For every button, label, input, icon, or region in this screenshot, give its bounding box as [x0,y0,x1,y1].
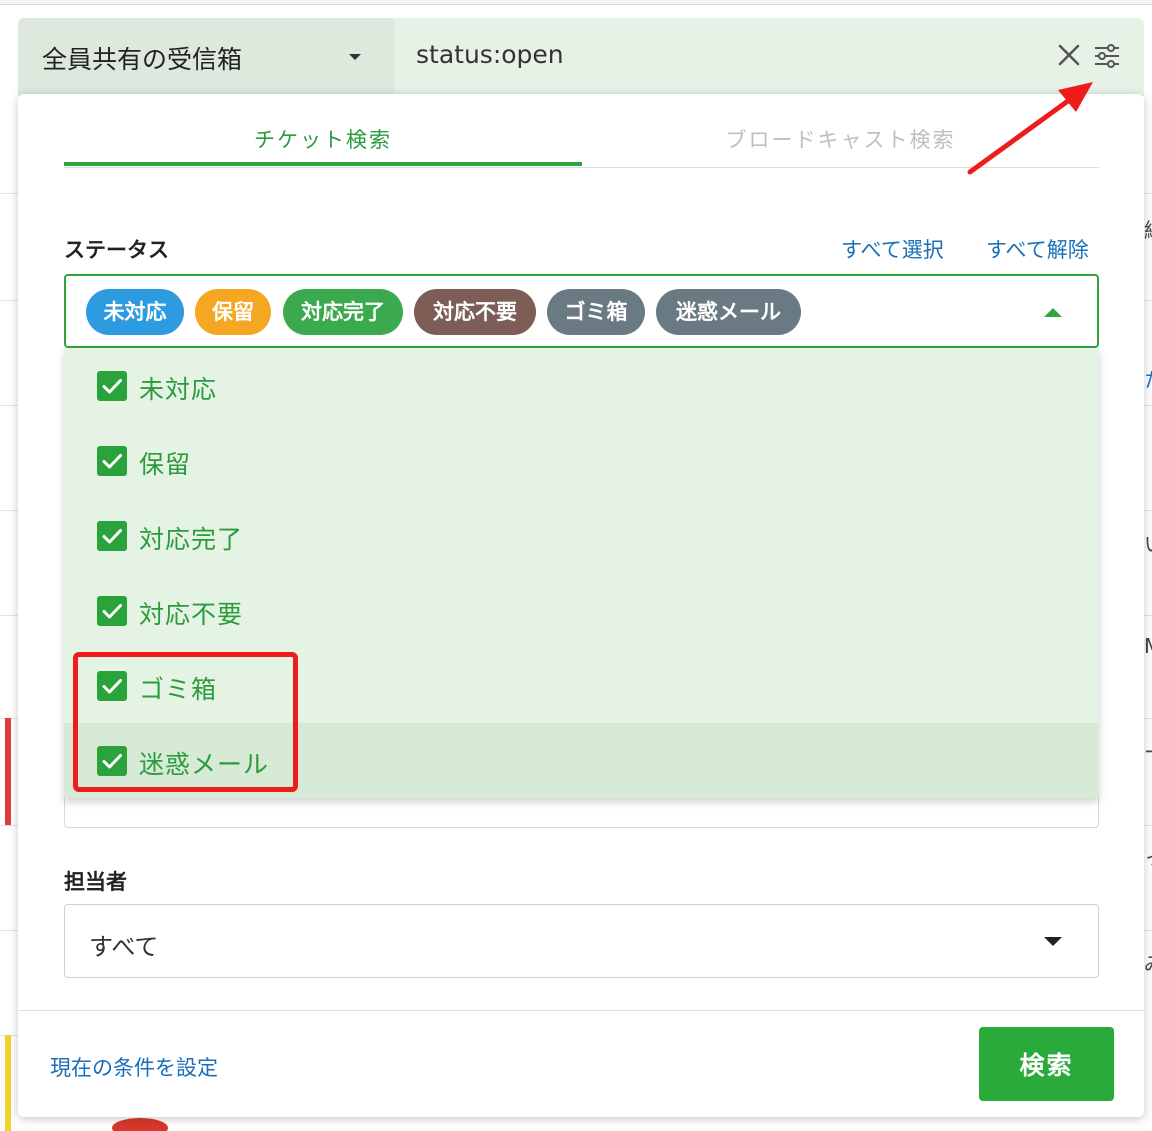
status-chip-not-needed: 対応不要 [414,289,536,335]
checkbox-checked-icon[interactable] [97,596,127,626]
sliders-icon[interactable] [1092,41,1122,71]
assignee-field-label: 担当者 [64,870,127,894]
assignee-select-value: すべて [89,933,159,961]
search-bar: 全員共有の受信箱 status:open [18,18,1144,96]
status-option-label: 対応完了 [139,525,244,554]
checkbox-checked-icon[interactable] [97,521,127,551]
status-option-trash[interactable]: ゴミ箱 [64,648,1099,723]
status-chip-unhandled: 未対応 [86,289,184,335]
chevron-down-icon [349,54,361,60]
status-option-unhandled[interactable]: 未対応 [64,348,1099,423]
row-divider [1144,405,1152,406]
status-option-label: 迷惑メール [139,750,270,779]
search-button[interactable]: 検索 [979,1027,1114,1101]
row-divider [1144,615,1152,616]
status-field-label: ステータス [64,238,169,262]
row-divider [0,510,20,511]
chevron-down-icon [1044,937,1062,946]
list-text-fragment: っ [1144,842,1152,871]
assignee-select[interactable]: すべて [64,904,1099,978]
search-type-tabs: チケット検索 ブロードキャスト検索 [64,94,1099,168]
priority-bar-yellow [5,1035,11,1131]
row-divider [1144,300,1152,301]
checkbox-checked-icon[interactable] [97,671,127,701]
checkbox-checked-icon[interactable] [97,446,127,476]
row-divider [0,825,20,826]
row-divider [0,615,20,616]
search-query-input[interactable]: status:open [416,40,564,69]
status-chip-spam: 迷惑メール [656,289,801,335]
status-option-label: 未対応 [139,375,218,404]
row-divider [1144,718,1152,719]
inbox-select-label: 全員共有の受信箱 [42,45,243,74]
row-divider [0,405,20,406]
avatar [112,1118,168,1131]
status-chip-pending: 保留 [195,289,271,335]
tab-ticket-search[interactable]: チケット検索 [64,124,582,154]
row-divider [1144,193,1152,194]
inbox-select[interactable]: 全員共有の受信箱 [18,18,394,96]
list-text-fragment: 絆 [1144,214,1152,243]
status-option-not-needed[interactable]: 対応不要 [64,573,1099,648]
row-divider [0,193,20,194]
list-text-fragment: た [1144,364,1152,393]
status-options-list: 未対応 保留 対応完了 対応不要 ゴミ箱 迷惑メール [64,348,1099,798]
list-text-fragment: み [1144,948,1152,977]
chevron-up-icon[interactable] [1044,308,1062,317]
status-option-label: 対応不要 [139,600,244,629]
clear-all-link[interactable]: すべて解除 [986,234,1089,264]
row-divider [1144,825,1152,826]
status-multiselect[interactable]: 未対応 保留 対応完了 対応不要 ゴミ箱 迷惑メール [64,274,1099,348]
row-divider [1144,510,1152,511]
list-text-fragment: い [1144,528,1152,557]
app-top-border [0,0,1152,5]
row-divider [0,930,20,931]
priority-bar-red [5,718,11,825]
checkbox-checked-icon[interactable] [97,371,127,401]
status-chip-done: 対応完了 [283,289,403,335]
row-divider [0,300,20,301]
status-option-pending[interactable]: 保留 [64,423,1099,498]
set-current-conditions-link[interactable]: 現在の条件を設定 [50,1052,218,1082]
footer-divider [18,1010,1144,1011]
status-option-label: ゴミ箱 [139,675,218,704]
list-text-fragment: ー [1144,736,1152,765]
advanced-search-panel: チケット検索 ブロードキャスト検索 ステータス すべて選択 すべて解除 未対応 … [18,94,1144,1117]
obscured-field [64,798,1099,828]
status-chip-trash: ゴミ箱 [547,289,645,335]
tab-broadcast-search[interactable]: ブロードキャスト検索 [582,124,1099,154]
status-option-done[interactable]: 対応完了 [64,498,1099,573]
checkbox-checked-icon[interactable] [97,746,127,776]
row-divider [1144,930,1152,931]
list-text-fragment: M [1144,634,1152,658]
status-option-spam[interactable]: 迷惑メール [64,723,1099,798]
status-option-label: 保留 [139,450,192,479]
active-tab-indicator [64,162,582,166]
select-all-link[interactable]: すべて選択 [841,234,944,264]
close-icon[interactable] [1055,41,1083,69]
